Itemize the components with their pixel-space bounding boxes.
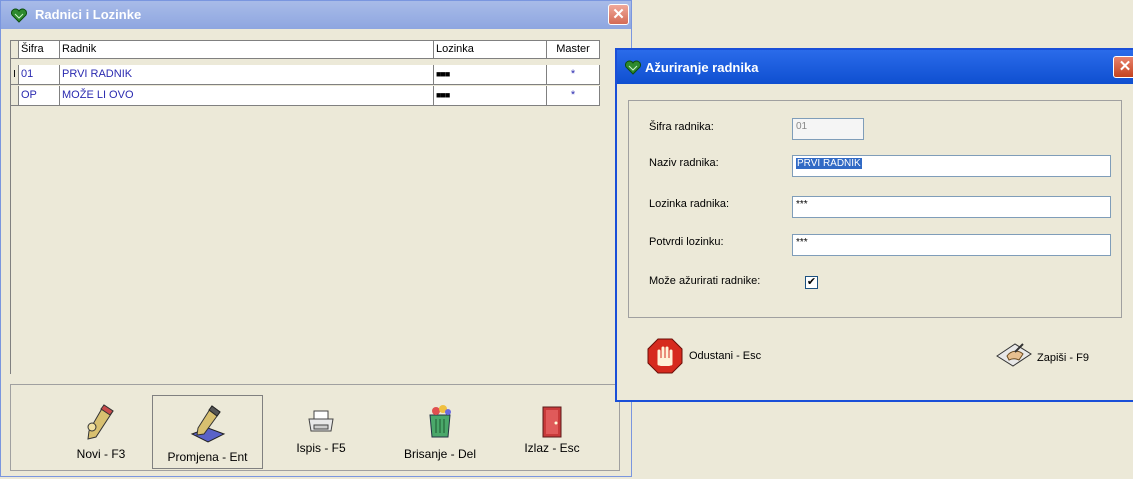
grid-header: Šifra Radnik Lozinka Master (11, 41, 600, 59)
exit-door-icon (542, 406, 562, 438)
print-button[interactable]: Ispis - F5 (283, 385, 359, 471)
delete-button[interactable]: Brisanje - Del (388, 385, 492, 471)
close-icon: ✕ (612, 6, 625, 23)
table-row[interactable]: I 01 PRVI RADNIK ■■■ * (11, 65, 600, 85)
change-button-label: Promjena - Ent (167, 450, 248, 464)
checkmark-icon: ✔ (806, 276, 817, 288)
cell-master[interactable]: * (547, 86, 600, 106)
table-row[interactable]: OP MOŽE LI OVO ■■■ * (11, 86, 600, 106)
cell-lozinka[interactable]: ■■■ (434, 65, 547, 85)
close-button[interactable]: ✕ (608, 4, 629, 25)
heart-leaf-icon (625, 60, 641, 75)
trash-can-icon (429, 405, 451, 438)
change-button[interactable]: Promjena - Ent (152, 395, 263, 469)
hand-write-icon (996, 343, 1032, 367)
new-button-label: Novi - F3 (76, 447, 126, 461)
cancel-button-label: Odustani - Esc (689, 350, 762, 362)
sifra-label: Šifra radnika: (649, 121, 714, 133)
edit-worker-dialog: Ažuriranje radnika ✕ Šifra radnika: 01 N… (615, 48, 1133, 402)
new-button[interactable]: Novi - F3 (55, 385, 147, 471)
main-window-title: Radnici i Lozinke (35, 7, 142, 22)
stop-hand-icon (647, 338, 683, 374)
printer-icon (308, 410, 334, 432)
save-button[interactable]: Zapiši - F9 (995, 340, 1105, 374)
cell-radnik[interactable]: MOŽE LI OVO (60, 86, 434, 106)
sifra-field[interactable]: 01 (792, 118, 864, 140)
dialog-titlebar[interactable]: Ažuriranje radnika ✕ (617, 50, 1133, 84)
column-header-radnik[interactable]: Radnik (60, 41, 434, 59)
dialog-close-button[interactable]: ✕ (1113, 56, 1133, 78)
print-button-label: Ispis - F5 (296, 441, 346, 455)
pencil-edit-icon (190, 405, 225, 443)
exit-button[interactable]: Izlaz - Esc (511, 385, 593, 471)
column-header-sifra[interactable]: Šifra (19, 41, 60, 59)
form-group: Šifra radnika: 01 Naziv radnika: PRVI RA… (628, 100, 1122, 318)
save-button-label: Zapiši - F9 (1037, 352, 1089, 364)
main-window: Radnici i Lozinke ✕ Šifra Radnik Lozinka… (0, 0, 632, 477)
can-edit-workers-checkbox[interactable]: ✔ (805, 276, 818, 289)
naziv-field-selected-text: PRVI RADNIK (796, 158, 862, 169)
row-indicator-header (11, 41, 19, 59)
cell-lozinka[interactable]: ■■■ (434, 86, 547, 106)
exit-button-label: Izlaz - Esc (524, 441, 580, 455)
cell-sifra[interactable]: 01 (19, 65, 60, 85)
lozinka-label: Lozinka radnika: (649, 198, 730, 210)
cell-master[interactable]: * (547, 65, 600, 85)
column-header-lozinka[interactable]: Lozinka (434, 41, 547, 59)
close-icon: ✕ (1118, 58, 1132, 75)
cell-radnik[interactable]: PRVI RADNIK (60, 65, 434, 85)
cell-sifra[interactable]: OP (19, 86, 60, 106)
confirm-password-label: Potvrdi lozinku: (649, 236, 724, 248)
naziv-field[interactable]: PRVI RADNIK (792, 155, 1111, 177)
workers-grid[interactable]: Šifra Radnik Lozinka Master I 01 PRVI RA… (10, 40, 600, 374)
heart-leaf-icon (11, 8, 27, 23)
pencil-new-icon (87, 404, 114, 440)
cancel-button[interactable]: Odustani - Esc (647, 338, 797, 374)
delete-button-label: Brisanje - Del (403, 447, 477, 461)
action-toolbar: Novi - F3 Promjena - Ent Ispis - F5 Bris… (10, 384, 620, 471)
can-edit-workers-label: Može ažurirati radnike: (649, 275, 761, 287)
row-indicator (11, 86, 19, 106)
dialog-title: Ažuriranje radnika (645, 60, 759, 75)
password-field[interactable]: *** (792, 196, 1111, 218)
confirm-password-field[interactable]: *** (792, 234, 1111, 256)
column-header-master[interactable]: Master (547, 41, 600, 59)
naziv-label: Naziv radnika: (649, 157, 719, 169)
main-titlebar[interactable]: Radnici i Lozinke ✕ (1, 1, 631, 29)
row-indicator: I (11, 65, 19, 85)
